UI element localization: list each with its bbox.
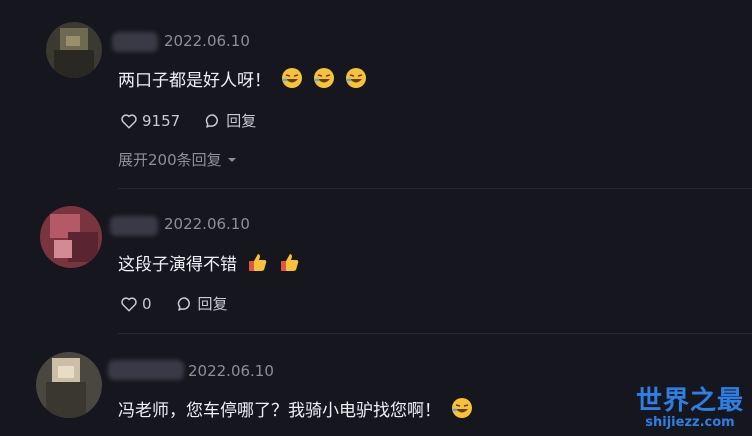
username-blurred[interactable]: [110, 216, 158, 236]
divider: [118, 333, 752, 334]
like-count: 9157: [142, 111, 181, 130]
heart-icon: [121, 296, 137, 311]
avatar[interactable]: [40, 206, 102, 268]
username-blurred[interactable]: [108, 360, 184, 380]
reply-label: 回复: [197, 295, 228, 313]
watermark-title: 世界之最: [635, 386, 744, 416]
comment-text: 两口子都是好人呀！: [118, 66, 367, 94]
comment-date: 2022.06.10: [164, 32, 250, 50]
laughing-emoji-icon: [451, 397, 473, 424]
comment-bubble-icon: [205, 113, 219, 128]
comment-text-content: 两口子都是好人呀！: [118, 71, 271, 91]
reply-button[interactable]: 回复: [204, 110, 256, 131]
avatar-image: [36, 352, 102, 418]
thumbs-up-emoji-icon: [279, 251, 301, 278]
comment-actions: 9157 回复: [120, 110, 280, 131]
watermark-subtitle: shijiezz.com: [645, 415, 735, 430]
site-watermark: 世界之最 shijiezz.com: [636, 380, 744, 430]
heart-icon: [121, 113, 137, 128]
comment-text: 这段子演得不错: [118, 250, 301, 278]
chevron-down-icon: [227, 157, 236, 162]
comment-bubble-icon: [177, 296, 190, 311]
avatar[interactable]: [46, 22, 102, 78]
laughing-emoji-icon: [313, 67, 335, 94]
comment-actions: 0 回复: [120, 293, 252, 314]
laughing-emoji-icon: [281, 67, 303, 94]
thumbs-up-emoji-icon: [247, 251, 269, 278]
username-blurred[interactable]: [112, 32, 158, 52]
expand-replies-link[interactable]: 展开200条回复: [118, 149, 238, 170]
expand-replies-label: 展开200条回复: [118, 151, 222, 169]
comment-text-content: 冯老师，您车停哪了？我骑小电驴找您啊！: [118, 401, 441, 421]
reply-button[interactable]: 回复: [176, 293, 228, 314]
comment-text: 冯老师，您车停哪了？我骑小电驴找您啊！: [118, 396, 473, 424]
avatar-image: [40, 206, 102, 268]
avatar[interactable]: [36, 352, 102, 418]
laughing-emoji-icon: [345, 67, 367, 94]
divider: [118, 188, 752, 189]
reply-label: 回复: [226, 112, 257, 130]
comment-date: 2022.06.10: [164, 215, 250, 233]
comment-date: 2022.06.10: [188, 362, 274, 380]
like-button[interactable]: 0: [120, 295, 152, 313]
like-count: 0: [142, 294, 152, 313]
like-button[interactable]: 9157: [120, 112, 180, 130]
avatar-image: [46, 22, 102, 78]
comment-text-content: 这段子演得不错: [118, 255, 237, 275]
